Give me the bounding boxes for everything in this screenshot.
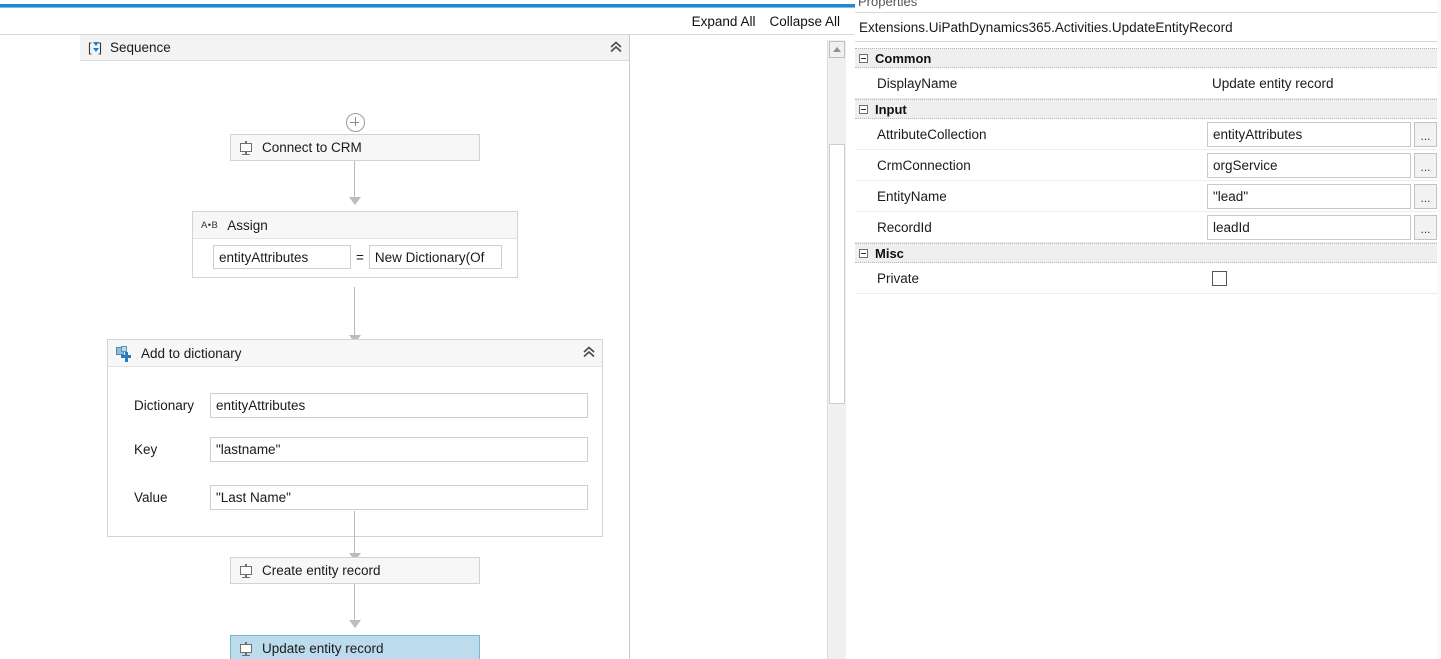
property-row-recordid[interactable]: RecordId leadId ...: [855, 212, 1441, 243]
properties-activity-type: Extensions.UiPathDynamics365.Activities.…: [855, 12, 1441, 42]
connector-arrow: [349, 197, 361, 205]
group-label: Input: [875, 101, 907, 117]
dictionary-input[interactable]: entityAttributes: [210, 392, 588, 418]
private-checkbox[interactable]: [1212, 270, 1227, 286]
scrollbar-thumb[interactable]: [829, 144, 845, 404]
entityname-input[interactable]: "lead": [1207, 183, 1411, 209]
group-label: Misc: [875, 245, 904, 261]
property-name: CrmConnection: [877, 157, 971, 173]
collapse-box-icon[interactable]: [859, 53, 868, 63]
left-gutter: [0, 35, 81, 659]
recordid-browse-button[interactable]: ...: [1414, 214, 1437, 240]
canvas-empty-area: [631, 35, 820, 659]
entityname-browse-button[interactable]: ...: [1414, 183, 1437, 209]
collapse-all-button[interactable]: Collapse All: [769, 14, 840, 29]
activity-label: Create entity record: [262, 563, 381, 578]
property-row-entityname[interactable]: EntityName "lead" ...: [855, 181, 1441, 212]
chevron-double-up-icon[interactable]: [609, 40, 623, 55]
crm-activity-icon: [239, 641, 253, 656]
assign-icon: A•B: [201, 219, 219, 231]
dictionary-row: Key "lastname": [108, 429, 602, 470]
crmconnection-browse-button[interactable]: ...: [1414, 152, 1437, 178]
activity-label: Connect to CRM: [262, 140, 362, 155]
assign-operator: =: [356, 249, 364, 265]
add-activity-button-top[interactable]: [346, 113, 365, 132]
connector-line: [354, 511, 355, 553]
sequence-header[interactable]: [] Sequence: [80, 35, 629, 61]
property-group-common[interactable]: Common: [855, 48, 1441, 68]
property-name: AttributeCollection: [877, 126, 987, 142]
sequence-icon: []: [88, 39, 102, 55]
connector-line: [354, 161, 355, 197]
properties-panel-title: Properties: [858, 0, 918, 9]
properties-panel: Properties Extensions.UiPathDynamics365.…: [855, 0, 1441, 659]
activity-update-entity-record[interactable]: Update entity record: [230, 635, 480, 659]
key-input[interactable]: "lastname": [210, 437, 588, 462]
activity-label: Update entity record: [262, 641, 384, 656]
activity-label: Assign: [227, 217, 268, 233]
collapse-box-icon[interactable]: [859, 248, 868, 258]
attributecollection-browse-button[interactable]: ...: [1414, 121, 1437, 147]
activity-add-to-dictionary[interactable]: Add to dictionary Dictionary entityAttri…: [107, 339, 603, 537]
recordid-input[interactable]: leadId: [1207, 214, 1411, 240]
crm-activity-icon: [239, 140, 253, 155]
activity-create-entity-record[interactable]: Create entity record: [230, 557, 480, 584]
properties-right-rail: [1437, 0, 1441, 659]
connector-arrow: [349, 620, 361, 628]
value-input[interactable]: "Last Name": [210, 484, 588, 510]
property-name: RecordId: [877, 219, 932, 235]
displayname-input[interactable]: Update entity record: [1207, 70, 1437, 96]
activity-label: Add to dictionary: [141, 345, 242, 361]
property-row-attributecollection[interactable]: AttributeCollection entityAttributes ...: [855, 119, 1441, 150]
connector-line: [354, 584, 355, 620]
activity-connect-to-crm[interactable]: Connect to CRM: [230, 134, 480, 161]
collapse-box-icon[interactable]: [859, 104, 868, 114]
activity-assign[interactable]: A•B Assign entityAttributes = New Dictio…: [192, 211, 518, 278]
assign-expression-row: entityAttributes = New Dictionary(Of: [193, 239, 517, 277]
sequence-title: Sequence: [110, 40, 171, 55]
canvas-vertical-scrollbar[interactable]: [827, 40, 846, 659]
field-label: Dictionary: [134, 397, 195, 413]
property-row-private[interactable]: Private: [855, 263, 1441, 294]
property-name: DisplayName: [877, 75, 958, 91]
dictionary-row: Value "Last Name": [108, 470, 602, 536]
scroll-up-arrow-icon[interactable]: [829, 41, 845, 58]
crmconnection-input[interactable]: orgService: [1207, 152, 1411, 178]
expand-all-button[interactable]: Expand All: [692, 14, 756, 29]
assign-left-expression-input[interactable]: entityAttributes: [213, 245, 351, 269]
property-row-crmconnection[interactable]: CrmConnection orgService ...: [855, 150, 1441, 181]
chevron-double-up-icon[interactable]: [582, 346, 596, 360]
property-group-misc[interactable]: Misc: [855, 243, 1441, 263]
property-name: Private: [877, 270, 920, 286]
workflow-canvas[interactable]: [] Sequence Connect to CRM A•B Assign en…: [80, 35, 630, 659]
property-group-input[interactable]: Input: [855, 99, 1441, 119]
plus-circle-icon: [346, 113, 365, 132]
property-row-displayname[interactable]: DisplayName Update entity record: [855, 68, 1441, 99]
attributecollection-input[interactable]: entityAttributes: [1207, 121, 1411, 147]
add-to-dictionary-icon: [116, 346, 132, 362]
field-label: Key: [134, 442, 158, 457]
group-label: Common: [875, 50, 932, 66]
properties-grid: Common DisplayName Update entity record …: [855, 48, 1441, 294]
dictionary-row: Dictionary entityAttributes: [108, 367, 602, 429]
connector-line: [354, 287, 355, 335]
sequence-body: Connect to CRM A•B Assign entityAttribut…: [80, 61, 629, 659]
designer-toolbar: Expand All Collapse All: [0, 8, 854, 35]
crm-activity-icon: [239, 563, 253, 578]
add-to-dictionary-header[interactable]: Add to dictionary: [108, 340, 602, 367]
assign-right-expression-input[interactable]: New Dictionary(Of: [368, 245, 502, 269]
assign-header: A•B Assign: [193, 212, 517, 239]
property-name: EntityName: [877, 188, 947, 204]
field-label: Value: [134, 489, 168, 505]
